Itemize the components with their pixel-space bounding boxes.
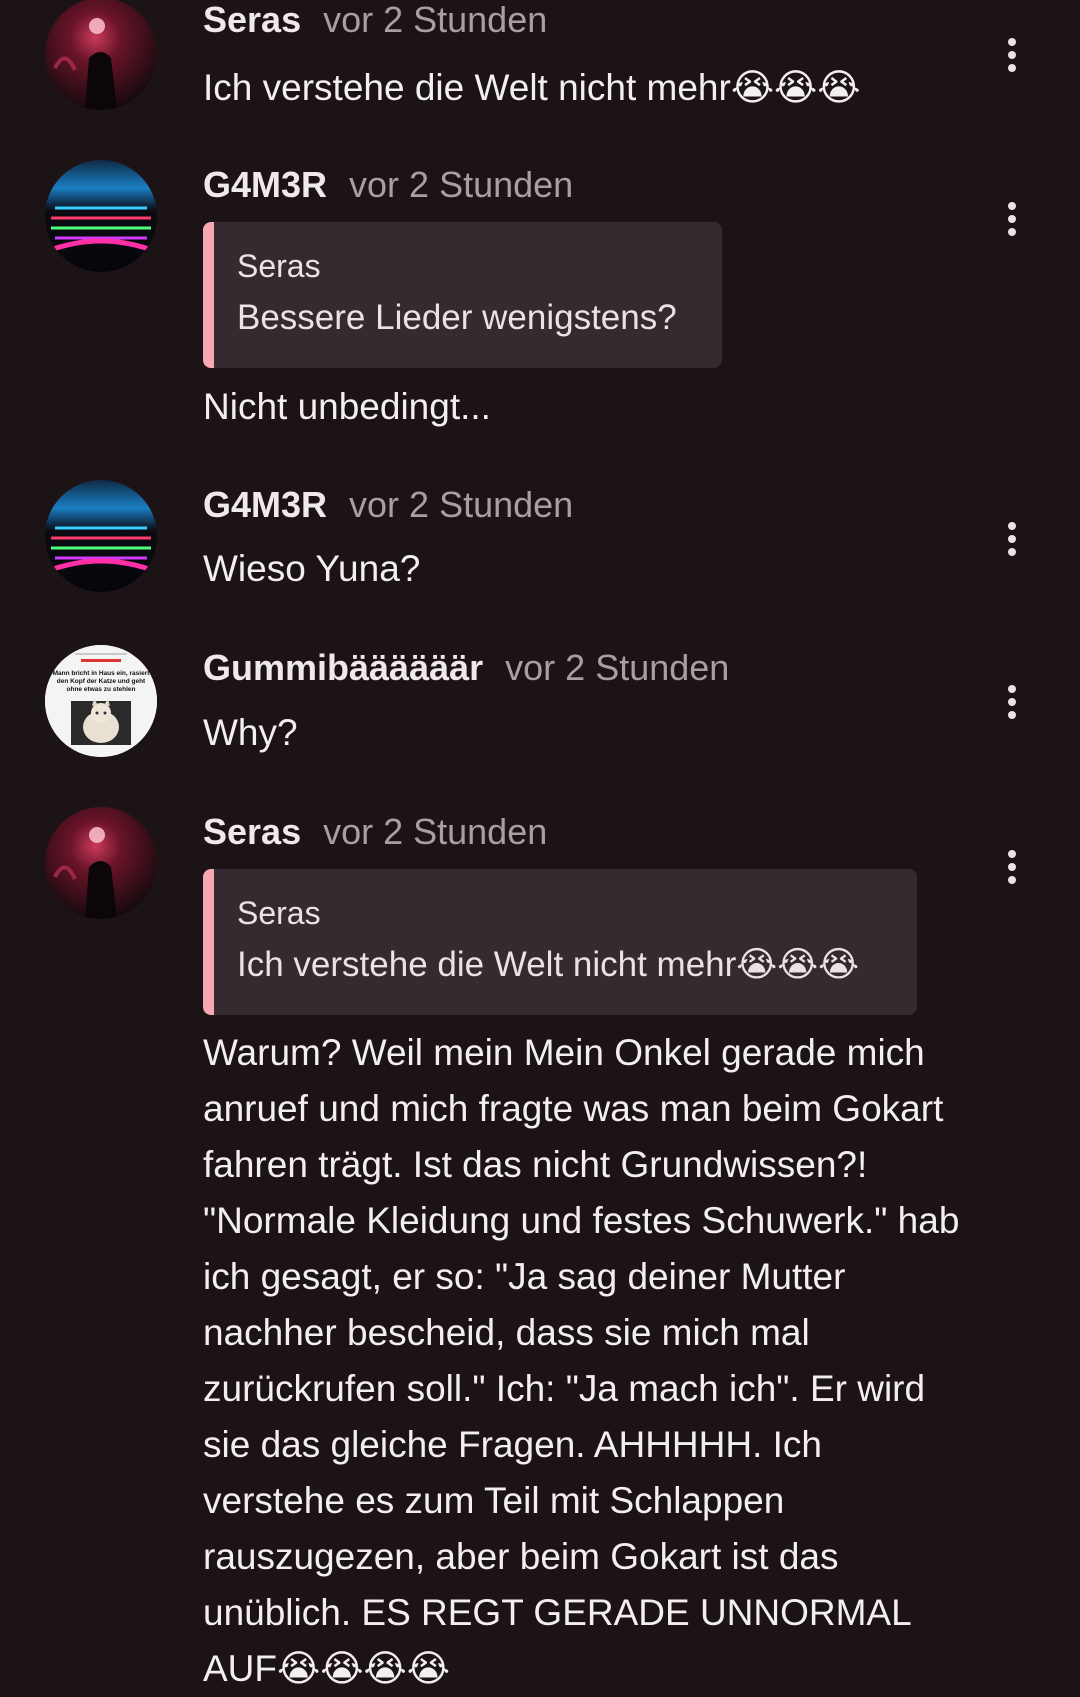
avatar[interactable] xyxy=(45,480,157,592)
svg-text:Mann bricht in Haus ein, rasie: Mann bricht in Haus ein, rasiert xyxy=(53,670,151,677)
dark-red-avatar-image xyxy=(45,0,157,110)
timestamp: vor 2 Stunden xyxy=(505,647,730,688)
quoted-reply[interactable]: Seras Bessere Lieder wenigstens? xyxy=(203,222,722,368)
comment-text: Warum? Weil mein Mein Onkel gerade mich … xyxy=(203,1032,960,1689)
author-name[interactable]: Seras xyxy=(203,0,301,40)
svg-text:den Kopf der Katze und geht: den Kopf der Katze und geht xyxy=(57,678,146,685)
comment-header: Seras vor 2 Stunden xyxy=(203,810,547,854)
avatar[interactable] xyxy=(45,807,157,919)
author-name[interactable]: G4M3R xyxy=(203,484,327,525)
timestamp: vor 2 Stunden xyxy=(349,164,574,205)
quoted-reply[interactable]: Seras Ich verstehe die Welt nicht mehr😭😭… xyxy=(203,869,917,1015)
quoted-text: Ich verstehe die Welt nicht mehr😭😭😭 xyxy=(237,945,859,984)
comment-text: Why? xyxy=(203,712,298,753)
more-options-icon[interactable] xyxy=(1002,683,1022,723)
quoted-text: Bessere Lieder wenigstens? xyxy=(237,298,677,337)
more-options-icon[interactable] xyxy=(1002,848,1022,888)
comment-header: G4M3R vor 2 Stunden xyxy=(203,483,573,527)
comment-header: Gummibäääääär vor 2 Stunden xyxy=(203,646,729,690)
more-options-icon[interactable] xyxy=(1002,200,1022,240)
quoted-author: Seras xyxy=(237,895,321,931)
timestamp: vor 2 Stunden xyxy=(323,0,548,40)
author-name[interactable]: Seras xyxy=(203,811,301,852)
comment-text: Ich verstehe die Welt nicht mehr😭😭😭 xyxy=(203,67,861,108)
comment-header: G4M3R vor 2 Stunden xyxy=(203,163,573,207)
avatar[interactable] xyxy=(45,160,157,272)
svg-text:ohne etwas zu stehlen: ohne etwas zu stehlen xyxy=(67,686,136,693)
timestamp: vor 2 Stunden xyxy=(323,811,548,852)
more-options-icon[interactable] xyxy=(1002,36,1022,76)
author-name[interactable]: G4M3R xyxy=(203,164,327,205)
avatar[interactable]: Mann bricht in Haus ein, rasiert den Kop… xyxy=(45,645,157,757)
avatar[interactable] xyxy=(45,0,157,110)
timestamp: vor 2 Stunden xyxy=(349,484,574,525)
dark-red-avatar-image xyxy=(45,807,157,919)
comment-text: Wieso Yuna? xyxy=(203,548,421,589)
author-name[interactable]: Gummibäääääär xyxy=(203,647,483,688)
rgb-keyboard-avatar-image xyxy=(45,160,157,272)
comment-text: Nicht unbedingt... xyxy=(203,386,491,427)
news-cat-avatar-image: Mann bricht in Haus ein, rasiert den Kop… xyxy=(45,645,157,757)
comment-header: Seras vor 2 Stunden xyxy=(203,0,547,42)
quoted-author: Seras xyxy=(237,248,321,284)
more-options-icon[interactable] xyxy=(1002,520,1022,560)
rgb-keyboard-avatar-image xyxy=(45,480,157,592)
